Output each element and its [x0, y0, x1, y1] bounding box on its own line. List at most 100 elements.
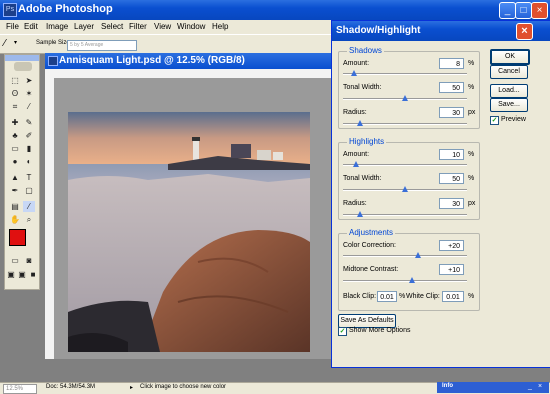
info-panel-tab[interactable]: [437, 382, 549, 393]
hand-tool-icon[interactable]: ✋: [9, 214, 21, 225]
white-clip-unit: %: [468, 293, 475, 300]
menu-layer[interactable]: Layer: [74, 22, 94, 31]
highlights-group: Highlights Amount: 10 % Tonal Width: 50 …: [338, 137, 480, 220]
eyedropper-tool-icon-box[interactable]: ⁄: [23, 201, 35, 212]
midtone-contrast-label: Midtone Contrast:: [343, 266, 399, 273]
highlights-tonal-width-slider-thumb[interactable]: [402, 186, 408, 192]
crop-tool-icon[interactable]: ⌗: [9, 101, 21, 112]
highlights-radius-slider-thumb[interactable]: [357, 211, 363, 217]
show-more-options-label: Show More Options: [349, 327, 411, 334]
highlights-amount-slider[interactable]: [343, 164, 467, 166]
shadows-amount-unit: %: [468, 60, 475, 67]
minimize-button[interactable]: _: [499, 2, 516, 19]
info-close-icon[interactable]: ×: [538, 383, 542, 390]
color-correction-slider[interactable]: [343, 255, 467, 257]
sample-size-select[interactable]: 5 by 5 Average: [67, 40, 137, 51]
adjustments-group-label: Adjustments: [347, 228, 396, 237]
toolbox-header: [5, 55, 39, 61]
zoom-tool-icon[interactable]: ⌕: [23, 214, 35, 225]
status-arrow-icon[interactable]: ▸: [130, 384, 133, 391]
shadows-tonal-width-slider-thumb[interactable]: [402, 95, 408, 101]
dialog-titlebar[interactable]: Shadow/Highlight ×: [332, 21, 550, 41]
menu-file[interactable]: File: [6, 22, 19, 31]
midtone-contrast-slider-thumb[interactable]: [409, 277, 415, 283]
app-titlebar: Ps Adobe Photoshop _ □ ×: [0, 0, 550, 20]
shadows-radius-label: Radius:: [343, 109, 367, 116]
shadows-tonal-width-field[interactable]: 50: [439, 82, 464, 93]
highlights-amount-field[interactable]: 10: [439, 149, 464, 160]
ok-button[interactable]: OK: [490, 49, 530, 65]
magic-wand-tool-icon[interactable]: ✶: [23, 88, 35, 99]
quick-mask-mode-icon[interactable]: ◙: [23, 255, 35, 266]
document-size: Doc: 54.3M/54.3M: [46, 384, 96, 390]
tool-preset-chevron-icon[interactable]: ▾: [14, 39, 17, 46]
highlights-radius-unit: px: [468, 200, 476, 207]
highlights-amount-unit: %: [468, 151, 475, 158]
standard-mode-icon[interactable]: ▭: [9, 255, 21, 266]
cancel-button[interactable]: Cancel: [490, 65, 528, 79]
maximize-button[interactable]: □: [515, 2, 532, 19]
notes-tool-icon[interactable]: ▤: [9, 201, 21, 212]
eraser-tool-icon[interactable]: ▭: [9, 143, 21, 154]
shadows-radius-field[interactable]: 30: [439, 107, 464, 118]
preview-checkbox[interactable]: ✓: [490, 116, 499, 125]
highlights-tonal-width-label: Tonal Width:: [343, 175, 382, 182]
clone-stamp-tool-icon[interactable]: ♣: [9, 130, 21, 141]
color-correction-field[interactable]: +20: [439, 240, 464, 251]
info-minimize-icon[interactable]: _: [528, 383, 532, 390]
adobe-online-icon[interactable]: [14, 62, 32, 71]
shadows-amount-slider[interactable]: [343, 73, 467, 75]
shadows-tonal-width-unit: %: [468, 84, 475, 91]
menu-edit[interactable]: Edit: [24, 22, 38, 31]
marquee-tool-icon[interactable]: ⬚: [9, 75, 21, 86]
blur-tool-icon[interactable]: ●: [9, 156, 21, 167]
healing-brush-tool-icon[interactable]: ✚: [9, 117, 21, 128]
preview-label: Preview: [501, 116, 526, 123]
shadows-amount-field[interactable]: 8: [439, 58, 464, 69]
eyedropper-tool-icon[interactable]: ⁄: [4, 38, 6, 49]
screen-mode-full-icon[interactable]: ■: [27, 269, 39, 280]
brush-tool-icon[interactable]: ✎: [23, 117, 35, 128]
info-panel-label: Info: [442, 383, 453, 389]
menu-window[interactable]: Window: [177, 22, 205, 31]
highlights-radius-label: Radius:: [343, 200, 367, 207]
menu-filter[interactable]: Filter: [129, 22, 147, 31]
highlights-amount-slider-thumb[interactable]: [353, 161, 359, 167]
midtone-contrast-slider[interactable]: [343, 280, 467, 282]
foreground-color-swatch[interactable]: [9, 229, 26, 246]
shadows-tonal-width-label: Tonal Width:: [343, 84, 382, 91]
highlights-radius-field[interactable]: 30: [439, 198, 464, 209]
menu-view[interactable]: View: [154, 22, 171, 31]
slice-tool-icon[interactable]: ⁄: [23, 101, 35, 112]
color-correction-slider-thumb[interactable]: [415, 252, 421, 258]
close-button[interactable]: ×: [531, 2, 548, 19]
shadows-radius-slider-thumb[interactable]: [357, 120, 363, 126]
menu-image[interactable]: Image: [46, 22, 68, 31]
path-selection-tool-icon[interactable]: ▲: [9, 172, 21, 183]
history-brush-tool-icon[interactable]: ✐: [23, 130, 35, 141]
lasso-tool-icon[interactable]: ʘ: [9, 88, 21, 99]
gradient-tool-icon[interactable]: ▮: [23, 143, 35, 154]
shadows-group-label: Shadows: [347, 46, 384, 55]
save-button[interactable]: Save...: [490, 98, 528, 112]
white-clip-field[interactable]: 0.01: [442, 291, 464, 302]
move-tool-icon[interactable]: ➤: [23, 75, 35, 86]
menu-help[interactable]: Help: [212, 22, 228, 31]
dialog-close-icon[interactable]: ×: [516, 23, 533, 40]
dodge-tool-icon[interactable]: ◐: [23, 156, 35, 167]
shape-tool-icon[interactable]: ▢: [23, 185, 35, 196]
midtone-contrast-field[interactable]: +10: [439, 264, 464, 275]
lighthouse-photo[interactable]: [68, 112, 310, 352]
black-clip-field[interactable]: 0.01: [377, 291, 397, 302]
pen-tool-icon[interactable]: ✒: [9, 185, 21, 196]
save-as-defaults-button[interactable]: Save As Defaults: [338, 314, 396, 328]
shadows-group: Shadows Amount: 8 % Tonal Width: 50 % Ra…: [338, 46, 480, 129]
load-button[interactable]: Load...: [490, 84, 528, 98]
toolbox: ⬚ ➤ ʘ ✶ ⌗ ⁄ ✚ ✎ ♣ ✐ ▭ ▮ ● ◐ ▲ T ✒ ▢ ▤ ⁄ …: [4, 54, 40, 290]
menu-select[interactable]: Select: [101, 22, 123, 31]
show-more-options-checkbox[interactable]: ✓: [338, 327, 347, 336]
type-tool-icon[interactable]: T: [23, 172, 35, 183]
document-titlebar[interactable]: Annisquam Light.psd @ 12.5% (RGB/8): [45, 53, 345, 69]
highlights-tonal-width-field[interactable]: 50: [439, 173, 464, 184]
shadows-amount-slider-thumb[interactable]: [351, 70, 357, 76]
